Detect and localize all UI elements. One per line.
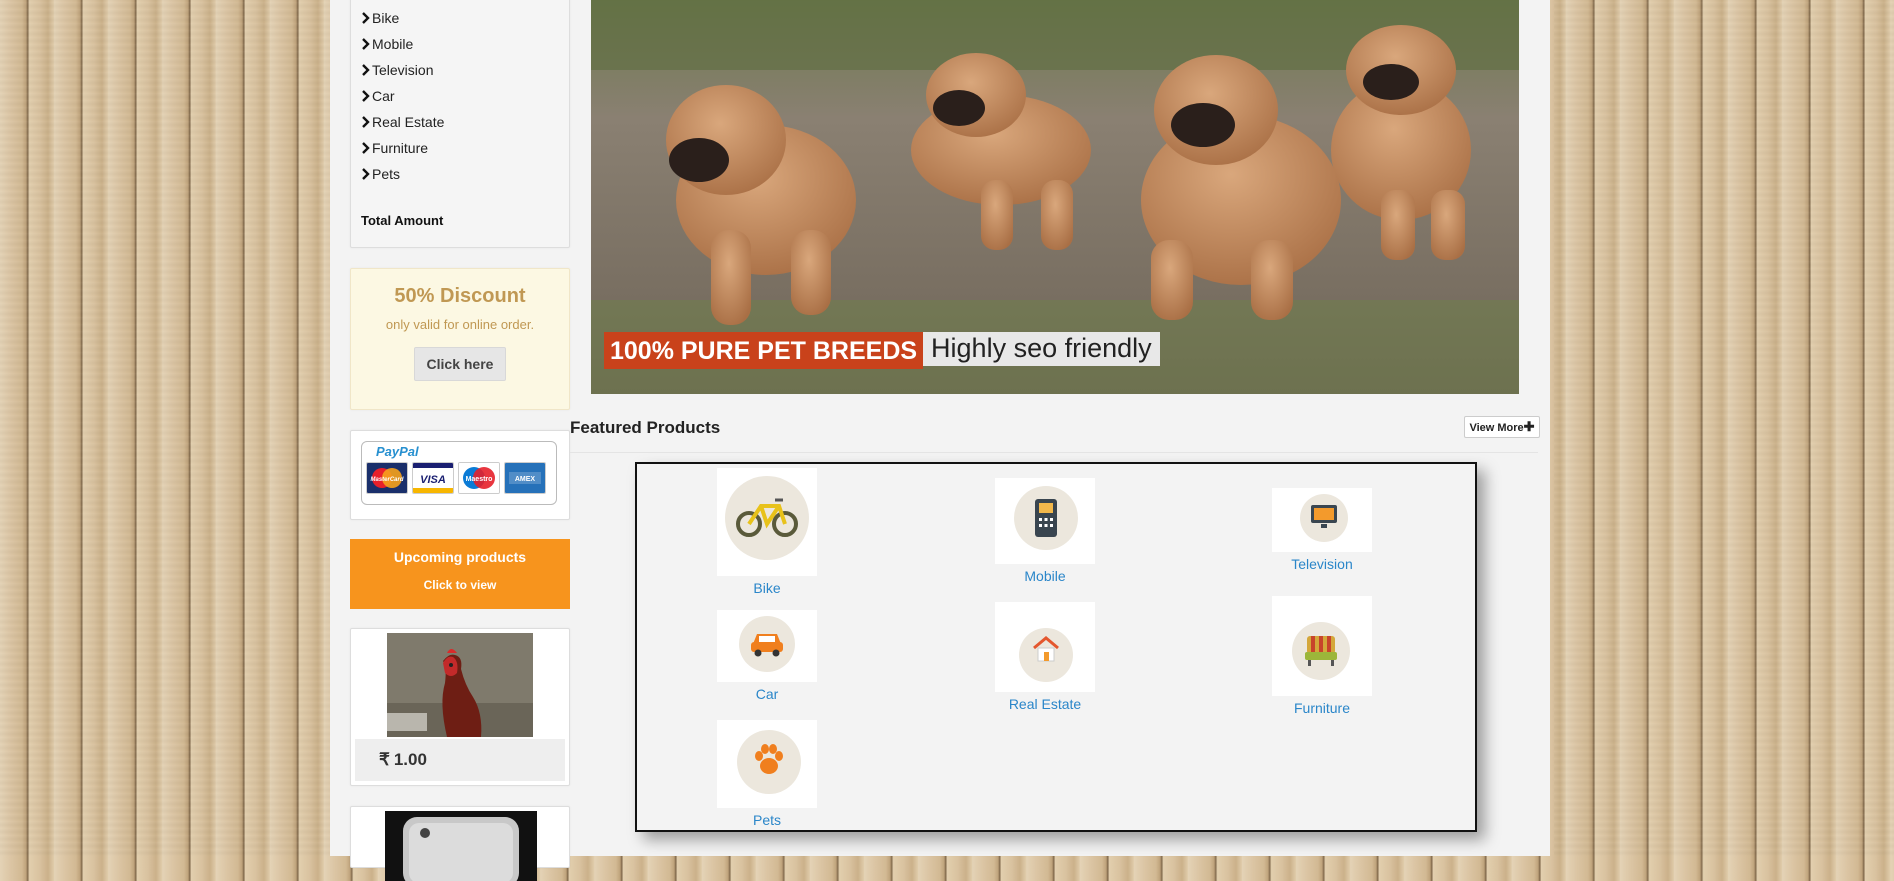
hero-banner: 100% PURE PET BREEDS Highly seo friendly xyxy=(591,0,1519,394)
rooster-image xyxy=(387,633,533,737)
chevron-right-icon xyxy=(362,116,370,128)
plus-icon: ✚ xyxy=(1523,419,1535,434)
category-label: Car xyxy=(372,88,395,104)
amex-icon: AMEX xyxy=(504,462,546,494)
featured-item-label: Pets xyxy=(752,812,781,828)
page-container: Bike Mobile Television Car Real Estate F… xyxy=(330,0,1550,881)
upcoming-title: Upcoming products xyxy=(393,549,527,565)
banner-caption-main: 100% PURE PET BREEDS xyxy=(604,332,924,369)
view-more-label: View More xyxy=(1469,422,1524,434)
discount-subtitle: only valid for online order. xyxy=(385,317,535,332)
category-item-furniture[interactable]: Furniture xyxy=(361,135,569,161)
view-more-button[interactable]: View More✚ xyxy=(1464,416,1540,438)
category-label: Pets xyxy=(372,166,401,182)
chevron-right-icon xyxy=(362,142,370,154)
category-label: Bike xyxy=(372,10,400,26)
featured-item-bike[interactable]: Bike xyxy=(717,468,817,596)
mastercard-icon: MasterCard xyxy=(366,462,408,494)
payment-methods-panel: PayPal MasterCard VISA Maestro AMEX xyxy=(350,430,570,520)
divider xyxy=(570,452,1538,453)
featured-item-furniture[interactable]: Furniture xyxy=(1272,596,1372,716)
chevron-right-icon xyxy=(362,38,370,50)
product-card[interactable] xyxy=(350,806,570,881)
category-label: Television xyxy=(372,62,434,78)
featured-item-television[interactable]: Television xyxy=(1272,488,1372,572)
featured-products-grid: Bike Mobile Television Car Real Estate F… xyxy=(635,462,1477,832)
paypal-brand: PayPal xyxy=(376,444,419,459)
upcoming-products-button[interactable]: Upcoming products Click to view xyxy=(350,539,570,609)
rupee-icon: ₹ xyxy=(379,750,390,769)
category-item-pets[interactable]: Pets xyxy=(361,161,569,187)
featured-products-title: Featured Products xyxy=(570,418,721,437)
category-label: Furniture xyxy=(372,140,429,156)
mobile-icon xyxy=(995,478,1095,564)
featured-item-label: Furniture xyxy=(1293,700,1351,716)
phone-image xyxy=(385,811,537,881)
featured-item-label: Real Estate xyxy=(1008,696,1082,712)
featured-item-label: Car xyxy=(755,686,779,702)
category-label: Mobile xyxy=(372,36,414,52)
chevron-right-icon xyxy=(362,168,370,180)
discount-panel: 50% Discount only valid for online order… xyxy=(350,268,570,410)
category-list: Bike Mobile Television Car Real Estate F… xyxy=(351,0,569,187)
chevron-right-icon xyxy=(362,90,370,102)
category-label: Real Estate xyxy=(372,114,445,130)
product-card[interactable]: ₹1.00 xyxy=(350,628,570,786)
television-icon xyxy=(1272,488,1372,552)
discount-click-button[interactable]: Click here xyxy=(413,347,507,381)
maestro-text: Maestro xyxy=(466,476,493,483)
product-price: ₹1.00 xyxy=(355,739,565,781)
category-item-bike[interactable]: Bike xyxy=(361,5,569,31)
category-item-mobile[interactable]: Mobile xyxy=(361,31,569,57)
pets-icon xyxy=(717,720,817,808)
paypal-logo: PayPal xyxy=(376,444,419,459)
furniture-icon xyxy=(1272,596,1372,696)
chevron-right-icon xyxy=(362,64,370,76)
amex-text: AMEX xyxy=(515,476,536,483)
category-item-real-estate[interactable]: Real Estate xyxy=(361,109,569,135)
maestro-icon: Maestro xyxy=(458,462,500,494)
car-icon xyxy=(717,610,817,682)
featured-item-label: Bike xyxy=(753,580,781,596)
banner-caption: 100% PURE PET BREEDS Highly seo friendly xyxy=(604,332,1160,369)
category-item-television[interactable]: Television xyxy=(361,57,569,83)
featured-item-real-estate[interactable]: Real Estate xyxy=(995,602,1095,712)
mastercard-text: MasterCard xyxy=(370,477,403,483)
featured-item-pets[interactable]: Pets xyxy=(717,720,817,828)
banner-caption-sub: Highly seo friendly xyxy=(923,332,1160,366)
discount-title: 50% Discount xyxy=(394,285,526,307)
visa-text: VISA xyxy=(420,474,446,486)
featured-item-label: Television xyxy=(1291,556,1353,572)
featured-item-label: Mobile xyxy=(1024,568,1066,584)
payment-logos: PayPal MasterCard VISA Maestro AMEX xyxy=(361,441,557,505)
category-item-car[interactable]: Car xyxy=(361,83,569,109)
upcoming-subtitle: Click to view xyxy=(423,578,497,592)
bike-icon xyxy=(717,468,817,576)
price-value: 1.00 xyxy=(393,750,427,769)
featured-item-car[interactable]: Car xyxy=(717,610,817,702)
visa-icon: VISA xyxy=(412,462,454,494)
real-estate-icon xyxy=(995,602,1095,692)
featured-item-mobile[interactable]: Mobile xyxy=(995,478,1095,584)
total-amount-label: Total Amount xyxy=(361,213,444,228)
chevron-right-icon xyxy=(362,12,370,24)
category-panel: Bike Mobile Television Car Real Estate F… xyxy=(350,0,570,248)
